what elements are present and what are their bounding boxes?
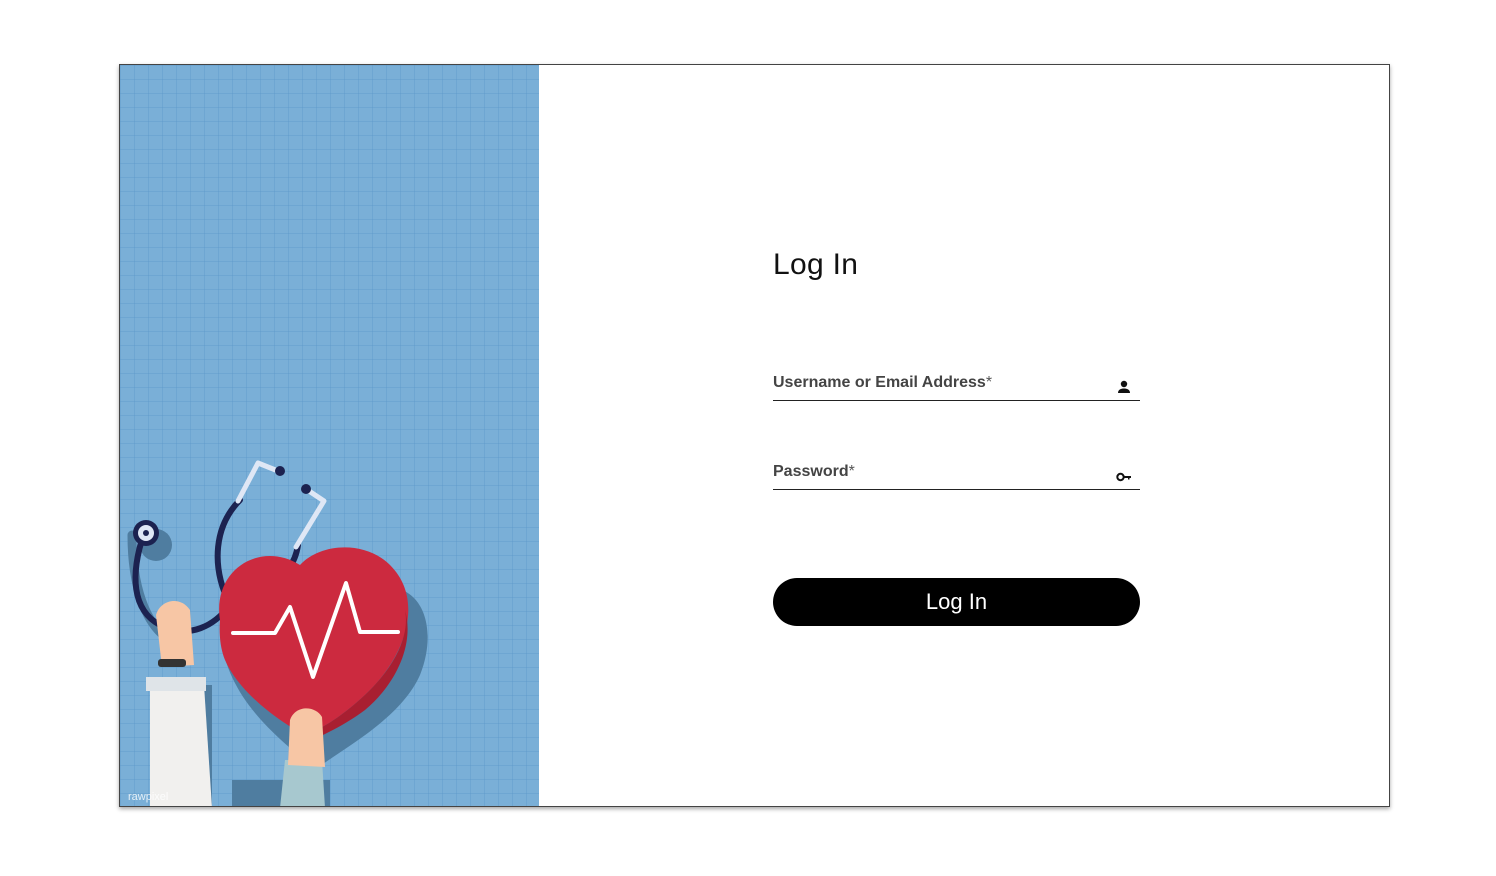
login-form: Log In Username or Email Address* Passwo… <box>773 65 1140 806</box>
username-input[interactable] <box>773 370 1103 400</box>
username-field[interactable]: Username or Email Address* <box>773 370 1140 401</box>
stethoscope-heart-illustration <box>127 460 428 806</box>
page-title: Log In <box>773 248 859 281</box>
medical-illustration: rawpixel <box>120 65 539 806</box>
login-card: rawpixel Log In Username or Email Addres… <box>119 64 1390 807</box>
login-button[interactable]: Log In <box>773 578 1140 626</box>
person-icon <box>1118 380 1130 393</box>
password-field[interactable]: Password* <box>773 459 1140 490</box>
password-input[interactable] <box>773 459 1103 489</box>
key-icon <box>1116 472 1131 482</box>
watermark-text: rawpixel <box>128 791 169 803</box>
